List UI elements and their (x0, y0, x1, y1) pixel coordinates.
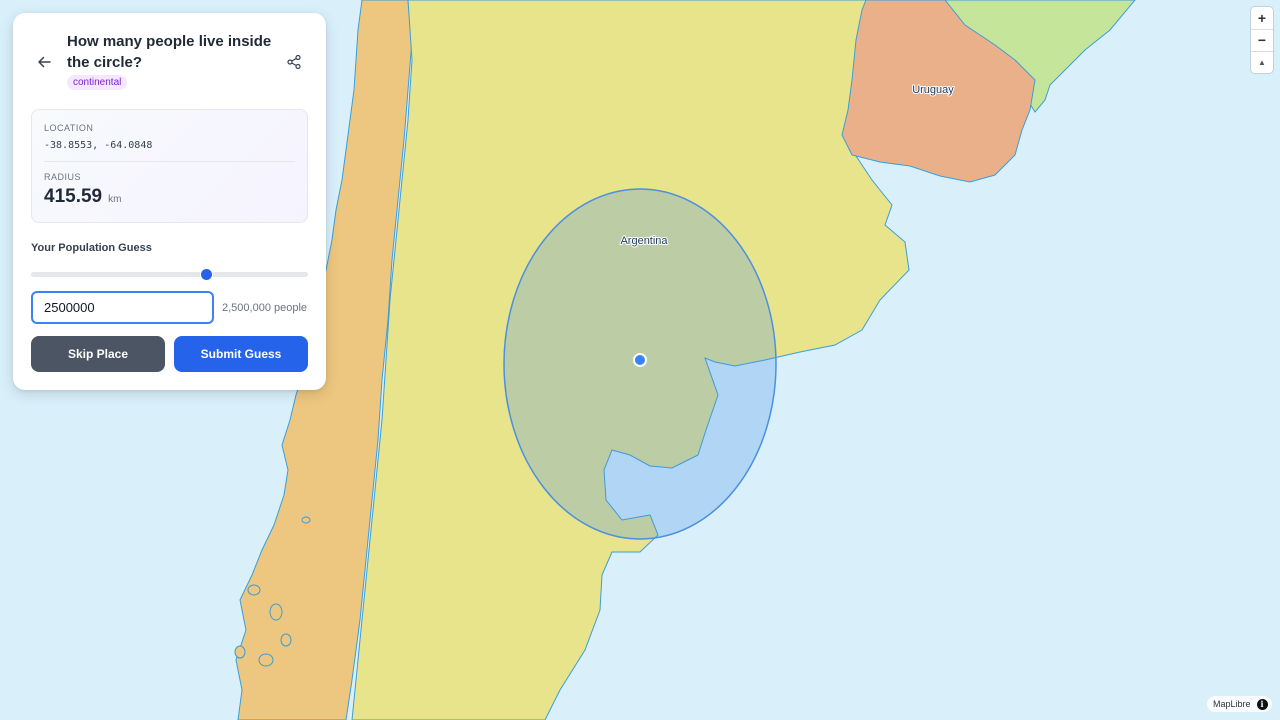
population-slider[interactable] (31, 269, 308, 280)
guess-panel: How many people live inside the circle? … (13, 13, 326, 390)
population-input[interactable] (31, 291, 214, 324)
attribution-text[interactable]: MapLibre (1213, 699, 1251, 709)
question-title: How many people live inside the circle? (67, 33, 272, 71)
category-tag: continental (67, 75, 128, 90)
skip-button[interactable]: Skip Place (31, 336, 165, 372)
back-button[interactable] (33, 51, 55, 73)
slider-thumb[interactable] (200, 269, 212, 280)
guess-label: Your Population Guess (31, 242, 152, 254)
uruguay-label: Uruguay (912, 84, 954, 96)
submit-button[interactable]: Submit Guess (174, 336, 308, 372)
radius-display: 415.59 km (44, 186, 121, 208)
radius-unit: km (108, 194, 122, 205)
share-icon (287, 55, 301, 69)
plus-icon: + (1257, 10, 1267, 26)
location-card: LOCATION -38.8553, -64.0848 RADIUS 415.5… (31, 109, 308, 223)
info-icon[interactable]: i (1256, 698, 1268, 710)
zoom-controls: + − ▲ (1251, 7, 1273, 73)
arrow-left-icon (38, 56, 51, 68)
radius-label: RADIUS (44, 172, 82, 182)
formatted-guess: 2,500,000 people (222, 302, 308, 314)
location-label: LOCATION (44, 123, 94, 133)
card-divider (44, 161, 295, 162)
radius-value: 415.59 (44, 186, 103, 207)
compass-button[interactable]: ▲ (1251, 51, 1273, 73)
share-button[interactable] (283, 51, 305, 73)
map-attribution: MapLibre i (1207, 696, 1272, 712)
zoom-in-button[interactable]: + (1251, 7, 1273, 29)
zoom-out-button[interactable]: − (1251, 29, 1273, 51)
compass-icon: ▲ (1258, 57, 1266, 67)
argentina-label: Argentina (620, 235, 668, 247)
location-coords: -38.8553, -64.0848 (44, 140, 153, 151)
minus-icon: − (1257, 32, 1267, 48)
center-marker (633, 353, 647, 367)
